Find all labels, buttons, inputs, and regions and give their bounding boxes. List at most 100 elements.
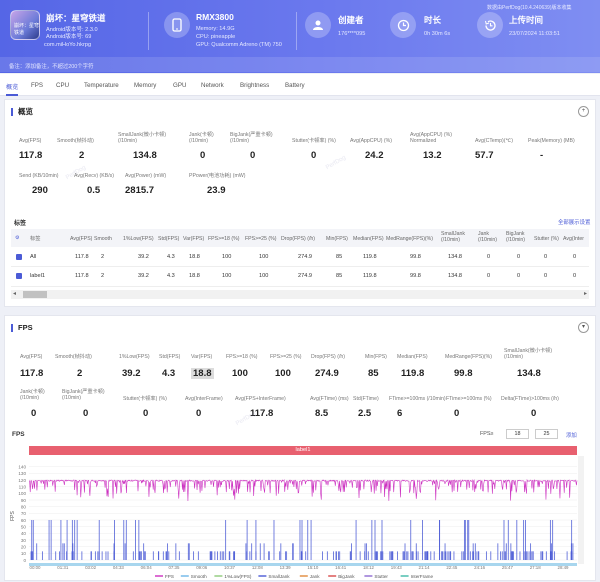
legend-item: InterFrame bbox=[411, 574, 434, 579]
tab-overview[interactable]: 概览 bbox=[6, 82, 18, 91]
label-band[interactable]: label1 bbox=[29, 446, 577, 455]
tab-brightness[interactable]: Brightness bbox=[240, 82, 269, 89]
metric-value: 4.3 bbox=[162, 368, 176, 379]
table-cell: 0 bbox=[573, 273, 577, 279]
table-cell: 2 bbox=[101, 273, 105, 279]
overview-title: 概览 bbox=[11, 108, 33, 116]
metric-label: Avg(Power) (mW) bbox=[125, 173, 167, 179]
table-cell: 274.9 bbox=[298, 254, 312, 260]
table-cell: All bbox=[30, 254, 37, 260]
metric-label: Send (KB/10min) bbox=[19, 173, 59, 179]
tab-temperature[interactable]: Temperature bbox=[84, 82, 119, 89]
user-icon bbox=[305, 12, 331, 38]
tab-gpu[interactable]: GPU bbox=[173, 82, 186, 89]
legend-item: BigJank bbox=[338, 574, 355, 579]
table-cell: 100 bbox=[222, 254, 232, 260]
metric-label: Avg(InterFrame) bbox=[185, 396, 223, 402]
clock-icon bbox=[390, 12, 416, 38]
row-checkbox[interactable] bbox=[16, 254, 22, 260]
table-cell: 0 bbox=[487, 254, 491, 260]
collapse-button[interactable]: ▾ bbox=[578, 322, 589, 333]
metric-value: 0.5 bbox=[87, 185, 101, 196]
table-cell: 134.8 bbox=[448, 273, 462, 279]
add-button[interactable]: + bbox=[578, 106, 589, 117]
y-tick-label: 90 bbox=[21, 498, 27, 503]
fps-card: FPS ▾ Avg(FPS) 117.8 Smooth(帧抖动) 2 1%Low… bbox=[4, 315, 596, 581]
y-tick-label: 30 bbox=[21, 538, 27, 543]
duration-label: 时长 bbox=[424, 15, 442, 25]
remark-bar[interactable]: 备注：添加备注，不超过200个字符 bbox=[0, 57, 600, 72]
column-header: Avg(Inter bbox=[563, 236, 584, 242]
column-header: BigJank (/10min) bbox=[506, 231, 526, 243]
metric-label: Avg(FPS) bbox=[19, 138, 42, 144]
table-cell: 85 bbox=[336, 254, 343, 260]
add-threshold-link[interactable]: 添加 bbox=[566, 431, 577, 439]
metric-value: 8.5 bbox=[315, 408, 329, 419]
chart-title: FPS bbox=[12, 431, 25, 438]
overview-card: 概览 + Avg(FPS) 117.8 Smooth(帧抖动) 2 SmallJ… bbox=[4, 99, 596, 307]
remark-text[interactable]: 备注：添加备注，不超过200个字符 bbox=[9, 62, 93, 70]
metric-value: 100 bbox=[232, 368, 248, 379]
metric-label: Avg(AppCPU) (%) bbox=[350, 138, 392, 144]
metric-label: FPS>=18 (%) bbox=[226, 354, 258, 360]
table-cell: 0 bbox=[487, 273, 491, 279]
chart-vertical-scrollbar[interactable] bbox=[578, 456, 584, 564]
legend-item: SmallJank bbox=[268, 574, 290, 579]
watermark: PerfDog bbox=[234, 410, 258, 428]
y-tick-label: 100 bbox=[18, 491, 26, 496]
metric-value: 6 bbox=[397, 408, 403, 419]
legend-item: 1%Low(FPS) bbox=[224, 574, 252, 579]
table-cell: 0 bbox=[544, 273, 548, 279]
tab-cpu[interactable]: CPU bbox=[56, 82, 69, 89]
metric-label: SmallJank(微小卡顿) (/10min) bbox=[118, 132, 167, 144]
tab-network[interactable]: Network bbox=[201, 82, 224, 89]
y-tick-label: 140 bbox=[18, 464, 26, 469]
table-cell: 0 bbox=[517, 273, 521, 279]
metric-value: 134.8 bbox=[517, 368, 541, 379]
row-checkbox[interactable] bbox=[16, 273, 22, 279]
fps-threshold-input-1[interactable]: 18 bbox=[506, 429, 529, 439]
tab-memory[interactable]: Memory bbox=[134, 82, 156, 89]
scrollbar-thumb[interactable] bbox=[23, 291, 47, 298]
table-cell: 99.8 bbox=[410, 273, 421, 279]
scroll-left-icon[interactable]: ◂ bbox=[13, 291, 16, 298]
metric-value: 290 bbox=[32, 185, 48, 196]
metric-value: 2 bbox=[77, 368, 83, 379]
show-all-settings-link[interactable]: 全部展示设置 bbox=[558, 218, 590, 226]
horizontal-scrollbar[interactable]: ◂ ▸ bbox=[11, 290, 589, 299]
table-settings-icon[interactable]: ⚙ bbox=[15, 235, 19, 241]
metric-label: FTime>=100ms (/10min) bbox=[389, 396, 446, 402]
metric-value: 24.2 bbox=[365, 150, 384, 161]
metric-label: Min(FPS) bbox=[365, 354, 387, 360]
metric-value: 134.8 bbox=[133, 150, 157, 161]
table-cell: 2 bbox=[101, 254, 105, 260]
fps-threshold-input-2[interactable]: 25 bbox=[535, 429, 558, 439]
table-cell: 0 bbox=[517, 254, 521, 260]
metric-value: 117.8 bbox=[20, 368, 44, 379]
tab-fps[interactable]: FPS bbox=[31, 82, 43, 89]
metric-label: Smooth(帧抖动) bbox=[55, 354, 92, 360]
column-header: 标签 bbox=[30, 236, 41, 242]
table-cell: 18.8 bbox=[189, 273, 200, 279]
scroll-right-icon[interactable]: ▸ bbox=[584, 291, 587, 298]
table-cell: 39.2 bbox=[138, 254, 149, 260]
y-tick-label: 50 bbox=[21, 524, 27, 529]
chart-zoom-slider[interactable] bbox=[29, 563, 577, 566]
table-cell: 18.8 bbox=[189, 254, 200, 260]
device-cpu: CPU: pineapple bbox=[196, 34, 236, 40]
metric-label: Std(FTime) bbox=[353, 396, 379, 402]
metric-value: 0 bbox=[143, 408, 149, 419]
metric-label: Jank(卡顿) (/10min) bbox=[189, 132, 214, 144]
metric-value: 23.9 bbox=[207, 185, 226, 196]
y-tick-label: 110 bbox=[19, 484, 27, 489]
perfdog-version-link[interactable]: 数据由PerfDog(10.4.240639)版本收集 bbox=[487, 4, 571, 11]
fps-series-line bbox=[28, 478, 578, 502]
upload-label: 上传时间 bbox=[509, 15, 544, 25]
metric-value: - bbox=[540, 150, 544, 161]
metric-value: 119.8 bbox=[401, 368, 425, 379]
tab-battery[interactable]: Battery bbox=[285, 82, 305, 89]
table-cell: 117.8 bbox=[75, 273, 89, 279]
device-memory: Memory: 14.9G bbox=[196, 26, 235, 32]
y-tick-label: 40 bbox=[21, 531, 27, 536]
table-cell: 134.8 bbox=[448, 254, 462, 260]
